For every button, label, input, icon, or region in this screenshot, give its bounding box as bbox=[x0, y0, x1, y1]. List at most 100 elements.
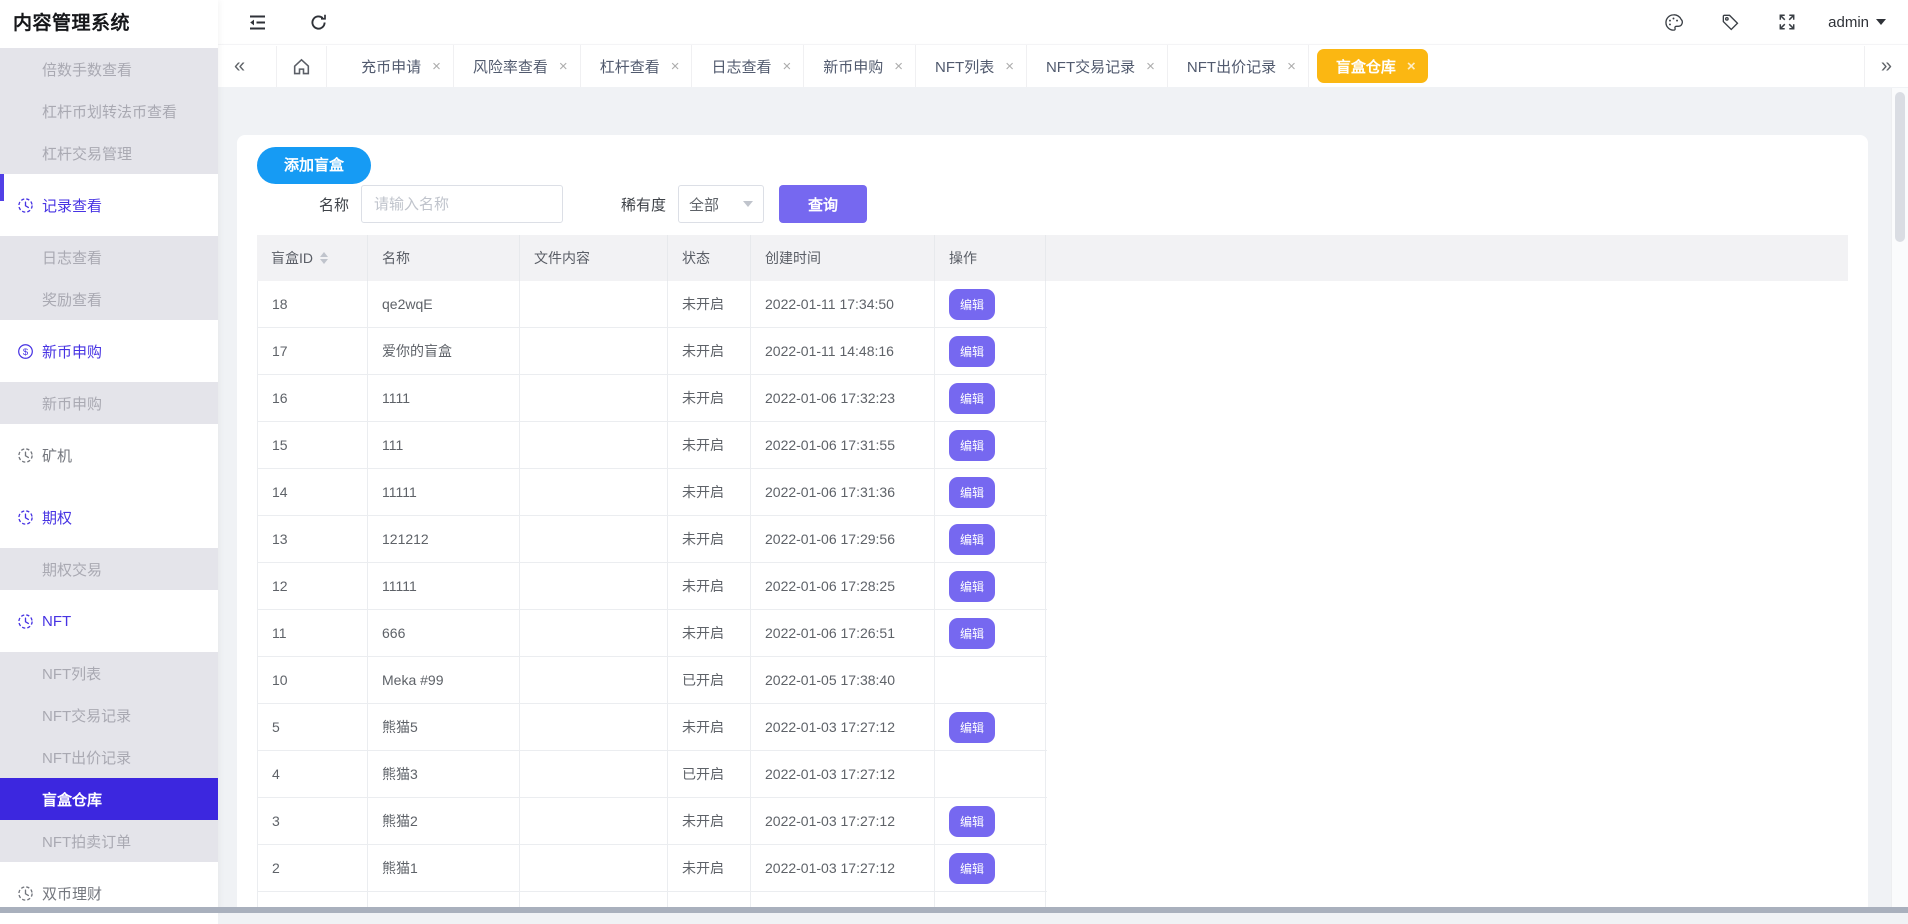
sidebar-item[interactable]: 期权 bbox=[0, 486, 218, 548]
tab-close-icon[interactable]: × bbox=[1407, 58, 1416, 75]
sidebar-item[interactable]: 记录查看 bbox=[0, 174, 218, 236]
tab[interactable]: NFT交易记录 × bbox=[1027, 45, 1168, 87]
cell-created-time: 2022-01-06 17:31:55 bbox=[751, 422, 935, 468]
tab-close-icon[interactable]: × bbox=[671, 58, 680, 75]
tab[interactable]: 盲盒仓库 × bbox=[1317, 49, 1428, 83]
svg-text:$: $ bbox=[23, 346, 29, 357]
sidebar-item[interactable]: 杠杆币划转法币查看 bbox=[0, 90, 218, 132]
cell-status: 未开启 bbox=[668, 563, 751, 609]
tab[interactable]: 充币申请 × bbox=[342, 45, 454, 87]
edit-button[interactable]: 编辑 bbox=[949, 571, 995, 602]
sidebar-item[interactable]: NFT交易记录 bbox=[0, 694, 218, 736]
sidebar-item[interactable]: 矿机 bbox=[0, 424, 218, 486]
sidebar-item-label: 杠杆交易管理 bbox=[42, 143, 132, 164]
table-row: 18 qe2wqE 未开启 2022-01-11 17:34:50 编辑 bbox=[257, 281, 1047, 328]
tab-close-icon[interactable]: × bbox=[1146, 58, 1155, 75]
cell-box-id: 5 bbox=[257, 704, 368, 750]
sidebar-item-label: NFT拍卖订单 bbox=[42, 831, 131, 852]
sidebar-item-label: 矿机 bbox=[42, 445, 72, 466]
sidebar-item-label: NFT出价记录 bbox=[42, 747, 131, 768]
sidebar-item[interactable]: 倍数手数查看 bbox=[0, 48, 218, 90]
column-header-box-id[interactable]: 盲盒ID bbox=[257, 235, 368, 281]
tab[interactable]: 杠杆查看 × bbox=[581, 45, 693, 87]
table-row: 12 11111 未开启 2022-01-06 17:28:25 编辑 bbox=[257, 563, 1047, 610]
edit-button[interactable]: 编辑 bbox=[949, 289, 995, 320]
sidebar-item[interactable]: $ 新币申购 bbox=[0, 320, 218, 382]
sidebar-item-label: NFT交易记录 bbox=[42, 705, 131, 726]
sidebar-item[interactable]: 期权交易 bbox=[0, 548, 218, 590]
tab-close-icon[interactable]: × bbox=[432, 58, 441, 75]
edit-button[interactable]: 编辑 bbox=[949, 524, 995, 555]
home-icon[interactable] bbox=[276, 46, 327, 87]
cell-box-id: 13 bbox=[257, 516, 368, 562]
horizontal-scrollbar[interactable] bbox=[0, 907, 1908, 913]
add-blind-box-button[interactable]: 添加盲盒 bbox=[257, 147, 371, 184]
cell-action: 编辑 bbox=[935, 704, 1046, 750]
cell-name: Meka #99 bbox=[368, 657, 520, 703]
cell-created-time: 2022-01-03 17:27:12 bbox=[751, 798, 935, 844]
cell-status: 未开启 bbox=[668, 704, 751, 750]
cell-status: 未开启 bbox=[668, 422, 751, 468]
cell-name: 111 bbox=[368, 422, 520, 468]
table-row: 14 11111 未开启 2022-01-06 17:31:36 编辑 bbox=[257, 469, 1047, 516]
refresh-icon[interactable] bbox=[308, 12, 329, 33]
tab[interactable]: 风险率查看 × bbox=[454, 45, 581, 87]
cell-created-time: 2022-01-11 14:48:16 bbox=[751, 328, 935, 374]
sidebar-item-label: 新币申购 bbox=[42, 341, 102, 362]
edit-button[interactable]: 编辑 bbox=[949, 430, 995, 461]
sidebar-item[interactable]: NFT列表 bbox=[0, 652, 218, 694]
search-button[interactable]: 查询 bbox=[779, 185, 867, 223]
edit-button[interactable]: 编辑 bbox=[949, 618, 995, 649]
sidebar-item-label: NFT列表 bbox=[42, 663, 101, 684]
edit-button[interactable]: 编辑 bbox=[949, 853, 995, 884]
tab-close-icon[interactable]: × bbox=[894, 58, 903, 75]
cell-box-id: 3 bbox=[257, 798, 368, 844]
cell-created-time: 2022-01-06 17:26:51 bbox=[751, 610, 935, 656]
tab[interactable]: 新币申购 × bbox=[804, 45, 916, 87]
sidebar-item[interactable]: NFT bbox=[0, 590, 218, 652]
cell-action: 编辑 bbox=[935, 469, 1046, 515]
tab-close-icon[interactable]: × bbox=[782, 58, 791, 75]
vertical-scrollbar-thumb[interactable] bbox=[1895, 92, 1905, 242]
tab[interactable]: NFT列表 × bbox=[916, 45, 1027, 87]
tab[interactable]: NFT出价记录 × bbox=[1168, 45, 1309, 87]
tabs-scroll-left-icon[interactable]: « bbox=[218, 46, 261, 87]
sidebar-item[interactable]: 双币理财 bbox=[0, 862, 218, 924]
cell-action: 编辑 bbox=[935, 422, 1046, 468]
user-menu[interactable]: admin bbox=[1828, 14, 1886, 31]
cell-action: 编辑 bbox=[935, 798, 1046, 844]
tab-close-icon[interactable]: × bbox=[1287, 58, 1296, 75]
name-filter-input[interactable] bbox=[361, 185, 563, 223]
theme-palette-icon[interactable] bbox=[1663, 12, 1684, 33]
vertical-scrollbar[interactable] bbox=[1891, 88, 1908, 907]
edit-button[interactable]: 编辑 bbox=[949, 712, 995, 743]
sidebar: 内容管理系统 倍数手数查看 杠杆币划转法币查看 杠杆交易管理 记录查看 bbox=[0, 0, 218, 913]
tag-icon[interactable] bbox=[1720, 12, 1741, 33]
sidebar-item[interactable]: 新币申购 bbox=[0, 382, 218, 424]
cell-created-time: 2022-01-05 17:38:40 bbox=[751, 657, 935, 703]
sidebar-item-label: 奖励查看 bbox=[42, 289, 102, 310]
cell-box-id: 16 bbox=[257, 375, 368, 421]
cell-name: 11111 bbox=[368, 563, 520, 609]
sidebar-item[interactable]: 盲盒仓库 bbox=[0, 778, 218, 820]
sidebar-item[interactable]: NFT出价记录 bbox=[0, 736, 218, 778]
tab-close-icon[interactable]: × bbox=[559, 58, 568, 75]
sort-icon[interactable] bbox=[320, 248, 328, 268]
edit-button[interactable]: 编辑 bbox=[949, 336, 995, 367]
rarity-select[interactable]: 全部 bbox=[678, 185, 764, 223]
collapse-sidebar-icon[interactable] bbox=[247, 12, 268, 33]
sidebar-item[interactable]: 杠杆交易管理 bbox=[0, 132, 218, 174]
tab-label: NFT列表 bbox=[935, 56, 994, 77]
edit-button[interactable]: 编辑 bbox=[949, 383, 995, 414]
fullscreen-icon[interactable] bbox=[1777, 12, 1798, 33]
sidebar-item[interactable]: 奖励查看 bbox=[0, 278, 218, 320]
sidebar-item[interactable]: NFT拍卖订单 bbox=[0, 820, 218, 862]
table-row: 15 111 未开启 2022-01-06 17:31:55 编辑 bbox=[257, 422, 1047, 469]
tab-close-icon[interactable]: × bbox=[1005, 58, 1014, 75]
cell-file-content bbox=[520, 657, 668, 703]
tabs-scroll-right-icon[interactable]: » bbox=[1864, 46, 1908, 87]
sidebar-item[interactable]: 日志查看 bbox=[0, 236, 218, 278]
edit-button[interactable]: 编辑 bbox=[949, 477, 995, 508]
tab[interactable]: 日志查看 × bbox=[692, 45, 804, 87]
edit-button[interactable]: 编辑 bbox=[949, 806, 995, 837]
